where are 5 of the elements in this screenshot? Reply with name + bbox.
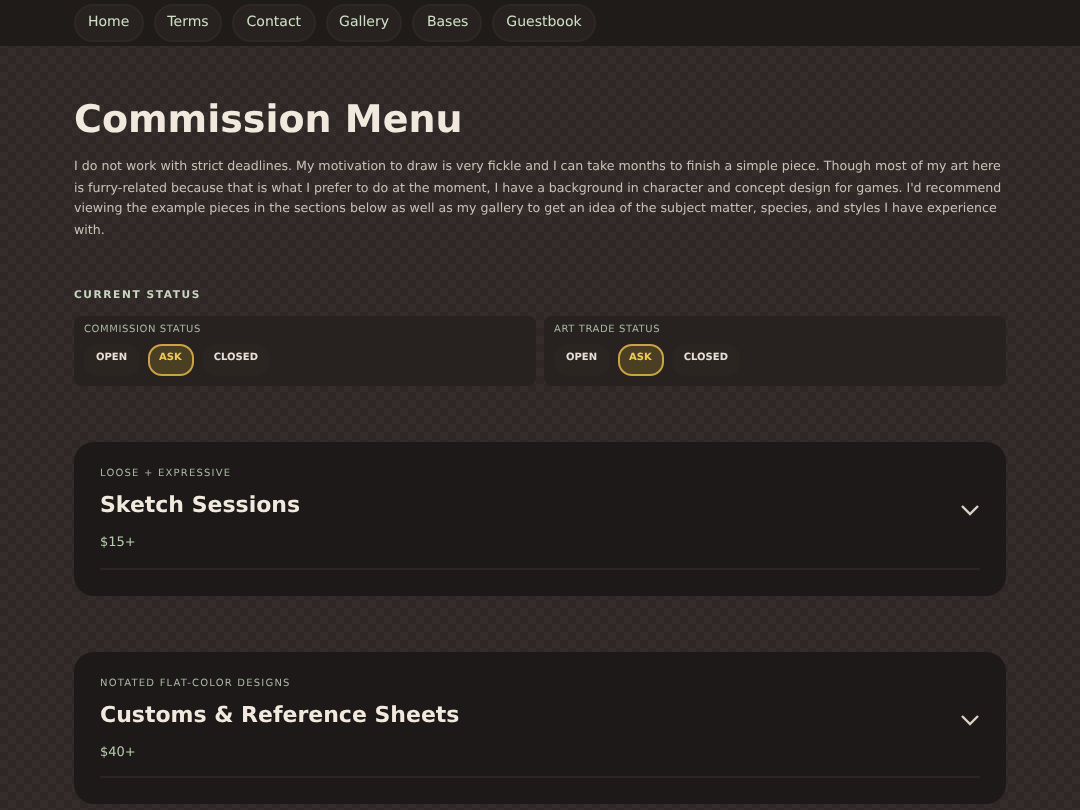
chevron-icon[interactable] — [960, 504, 980, 517]
chevron-icon[interactable] — [960, 714, 980, 727]
page-title: Commission Menu — [74, 98, 465, 144]
section-title: Customs & Reference Sheets — [100, 700, 460, 733]
section-title: Sketch Sessions — [100, 490, 301, 523]
